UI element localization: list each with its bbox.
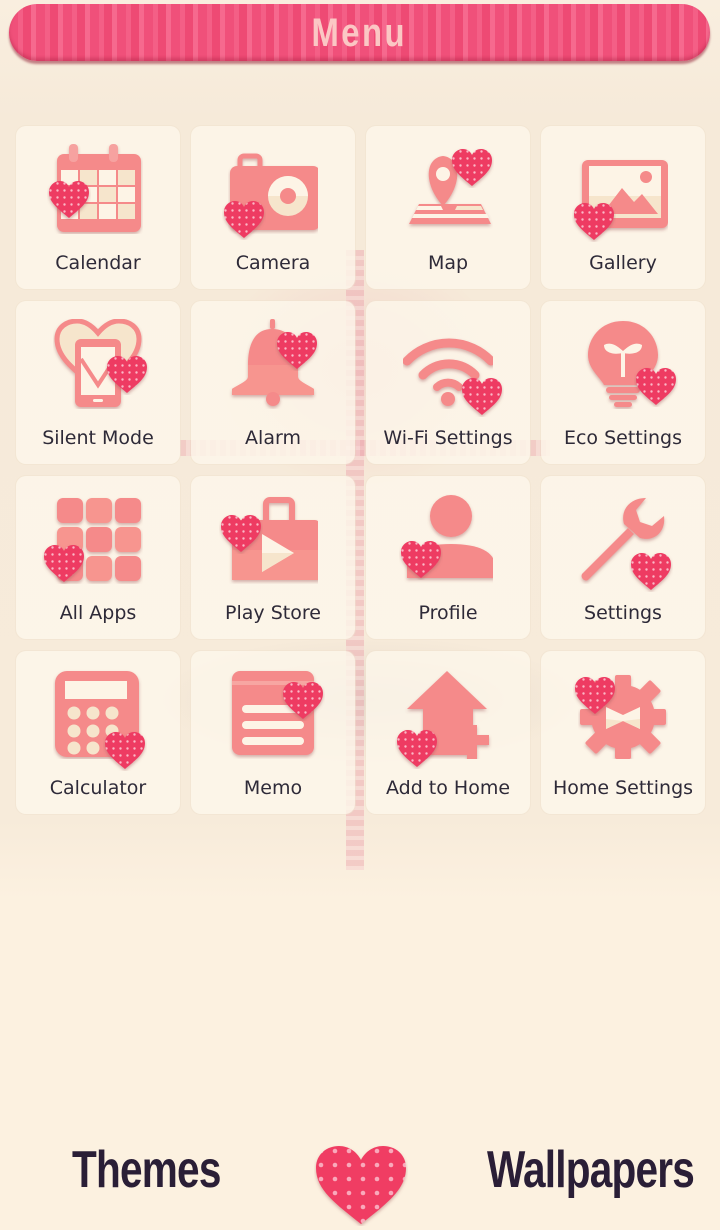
tile-label: Wi-Fi Settings [383,427,513,449]
tile-label: Home Settings [552,777,694,799]
heart-badge-icon [401,541,441,578]
tile-settings[interactable]: Settings [541,476,705,639]
tile-label: Calculator [49,777,147,799]
tile-silent-mode[interactable]: Silent Mode [16,301,180,464]
tile-label: Alarm [245,427,301,449]
tile-label: Add to Home [385,777,511,799]
tile-calculator[interactable]: Calculator [16,651,180,814]
tile-eco-settings[interactable]: Eco Settings [541,301,705,464]
tile-label: Memo [243,777,303,799]
tile-label: Profile [418,602,478,624]
tile-label: Map [427,252,469,274]
heart-badge-icon [636,368,676,405]
heart-badge-icon [397,730,437,767]
heart-badge-icon [283,682,323,719]
themes-button[interactable]: Themes [72,1140,221,1200]
tile-label: Calendar [55,252,141,274]
heart-badge-icon [575,677,615,714]
tile-profile[interactable]: Profile [366,476,530,639]
tile-camera[interactable]: Camera [191,126,355,289]
tile-all-apps[interactable]: All Apps [16,476,180,639]
tile-label: All Apps [59,602,137,624]
heart-badge-icon [49,181,89,218]
heart-badge-icon [221,515,261,552]
tile-label: Camera [235,252,311,274]
tile-label: Settings [584,602,662,624]
tile-gallery[interactable]: Gallery [541,126,705,289]
bottom-navigation: Themes Wallpapers [0,1130,720,1230]
tile-label: Play Store [225,602,321,624]
heart-badge-icon [452,149,492,186]
menu-title: Menu [311,11,408,55]
polka-dot-heart-icon[interactable] [314,1144,408,1226]
tile-home-settings[interactable]: Home Settings [541,651,705,814]
wallpapers-button[interactable]: Wallpapers [487,1140,695,1200]
tile-map[interactable]: Map [366,126,530,289]
heart-badge-icon [105,732,145,769]
heart-badge-icon [107,356,147,393]
tile-memo[interactable]: Memo [191,651,355,814]
heart-badge-icon [462,378,502,415]
heart-badge-icon [44,545,84,582]
heart-badge-icon [224,201,264,238]
heart-badge-icon [277,332,317,369]
heart-badge-icon [631,553,671,590]
tile-add-to-home[interactable]: Add to Home [366,651,530,814]
tile-calendar[interactable]: Calendar [16,126,180,289]
tile-label: Eco Settings [563,427,683,449]
tile-wifi-settings[interactable]: Wi-Fi Settings [366,301,530,464]
heart-badge-icon [574,203,614,240]
tile-alarm[interactable]: Alarm [191,301,355,464]
tile-play-store[interactable]: Play Store [191,476,355,639]
tile-label: Gallery [589,252,657,274]
tile-label: Silent Mode [42,427,154,449]
menu-header-bar: Menu [9,4,710,61]
